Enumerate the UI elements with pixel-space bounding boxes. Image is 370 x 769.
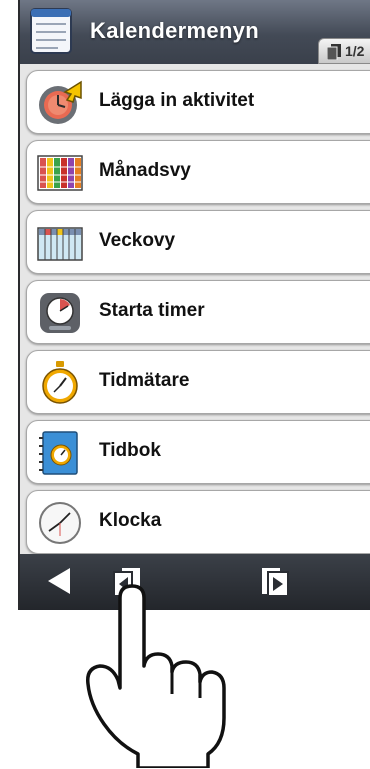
add-activity-clock-icon xyxy=(39,80,82,124)
header-bar: Kalendermenyn 1/2 xyxy=(20,0,370,64)
menu-item-label: Klocka xyxy=(99,510,162,531)
calendar-list-icon xyxy=(30,8,72,54)
next-page-icon[interactable] xyxy=(260,566,290,598)
menu-item-label: Veckovy xyxy=(99,230,176,251)
clock-icon xyxy=(39,502,81,544)
timebook-icon xyxy=(39,431,78,475)
menu-item-tidmatare[interactable]: Tidmätare xyxy=(26,350,370,414)
back-arrow-icon[interactable] xyxy=(46,566,72,596)
device-screen: Kalendermenyn 1/2 Lägga in aktivitet Mån… xyxy=(18,0,370,610)
menu-item-klocka[interactable]: Klocka xyxy=(26,490,370,554)
menu-item-label: Tidmätare xyxy=(99,370,190,391)
stopwatch-icon xyxy=(42,361,78,404)
pointing-hand-icon xyxy=(86,584,226,768)
timer-icon xyxy=(40,293,80,333)
menu-item-tidbok[interactable]: Tidbok xyxy=(26,420,370,484)
menu-item-label: Starta timer xyxy=(99,300,205,321)
week-view-icon xyxy=(37,227,83,261)
menu-item-label: Månadsvy xyxy=(99,160,191,181)
month-view-icon xyxy=(37,155,83,191)
page-title: Kalendermenyn xyxy=(90,18,259,43)
menu-item-lagga-in-aktivitet[interactable]: Lägga in aktivitet xyxy=(26,70,370,134)
menu-item-manadsvy[interactable]: Månadsvy xyxy=(26,140,370,204)
page-indicator-tab[interactable]: 1/2 xyxy=(318,38,370,64)
menu-list: Lägga in aktivitet Månadsvy Veckovy Star… xyxy=(20,64,370,554)
menu-item-label: Lägga in aktivitet xyxy=(99,90,255,111)
menu-item-label: Tidbok xyxy=(99,440,161,461)
menu-item-veckovy[interactable]: Veckovy xyxy=(26,210,370,274)
pages-icon xyxy=(327,44,341,60)
page-indicator: 1/2 xyxy=(345,43,365,59)
menu-item-starta-timer[interactable]: Starta timer xyxy=(26,280,370,344)
